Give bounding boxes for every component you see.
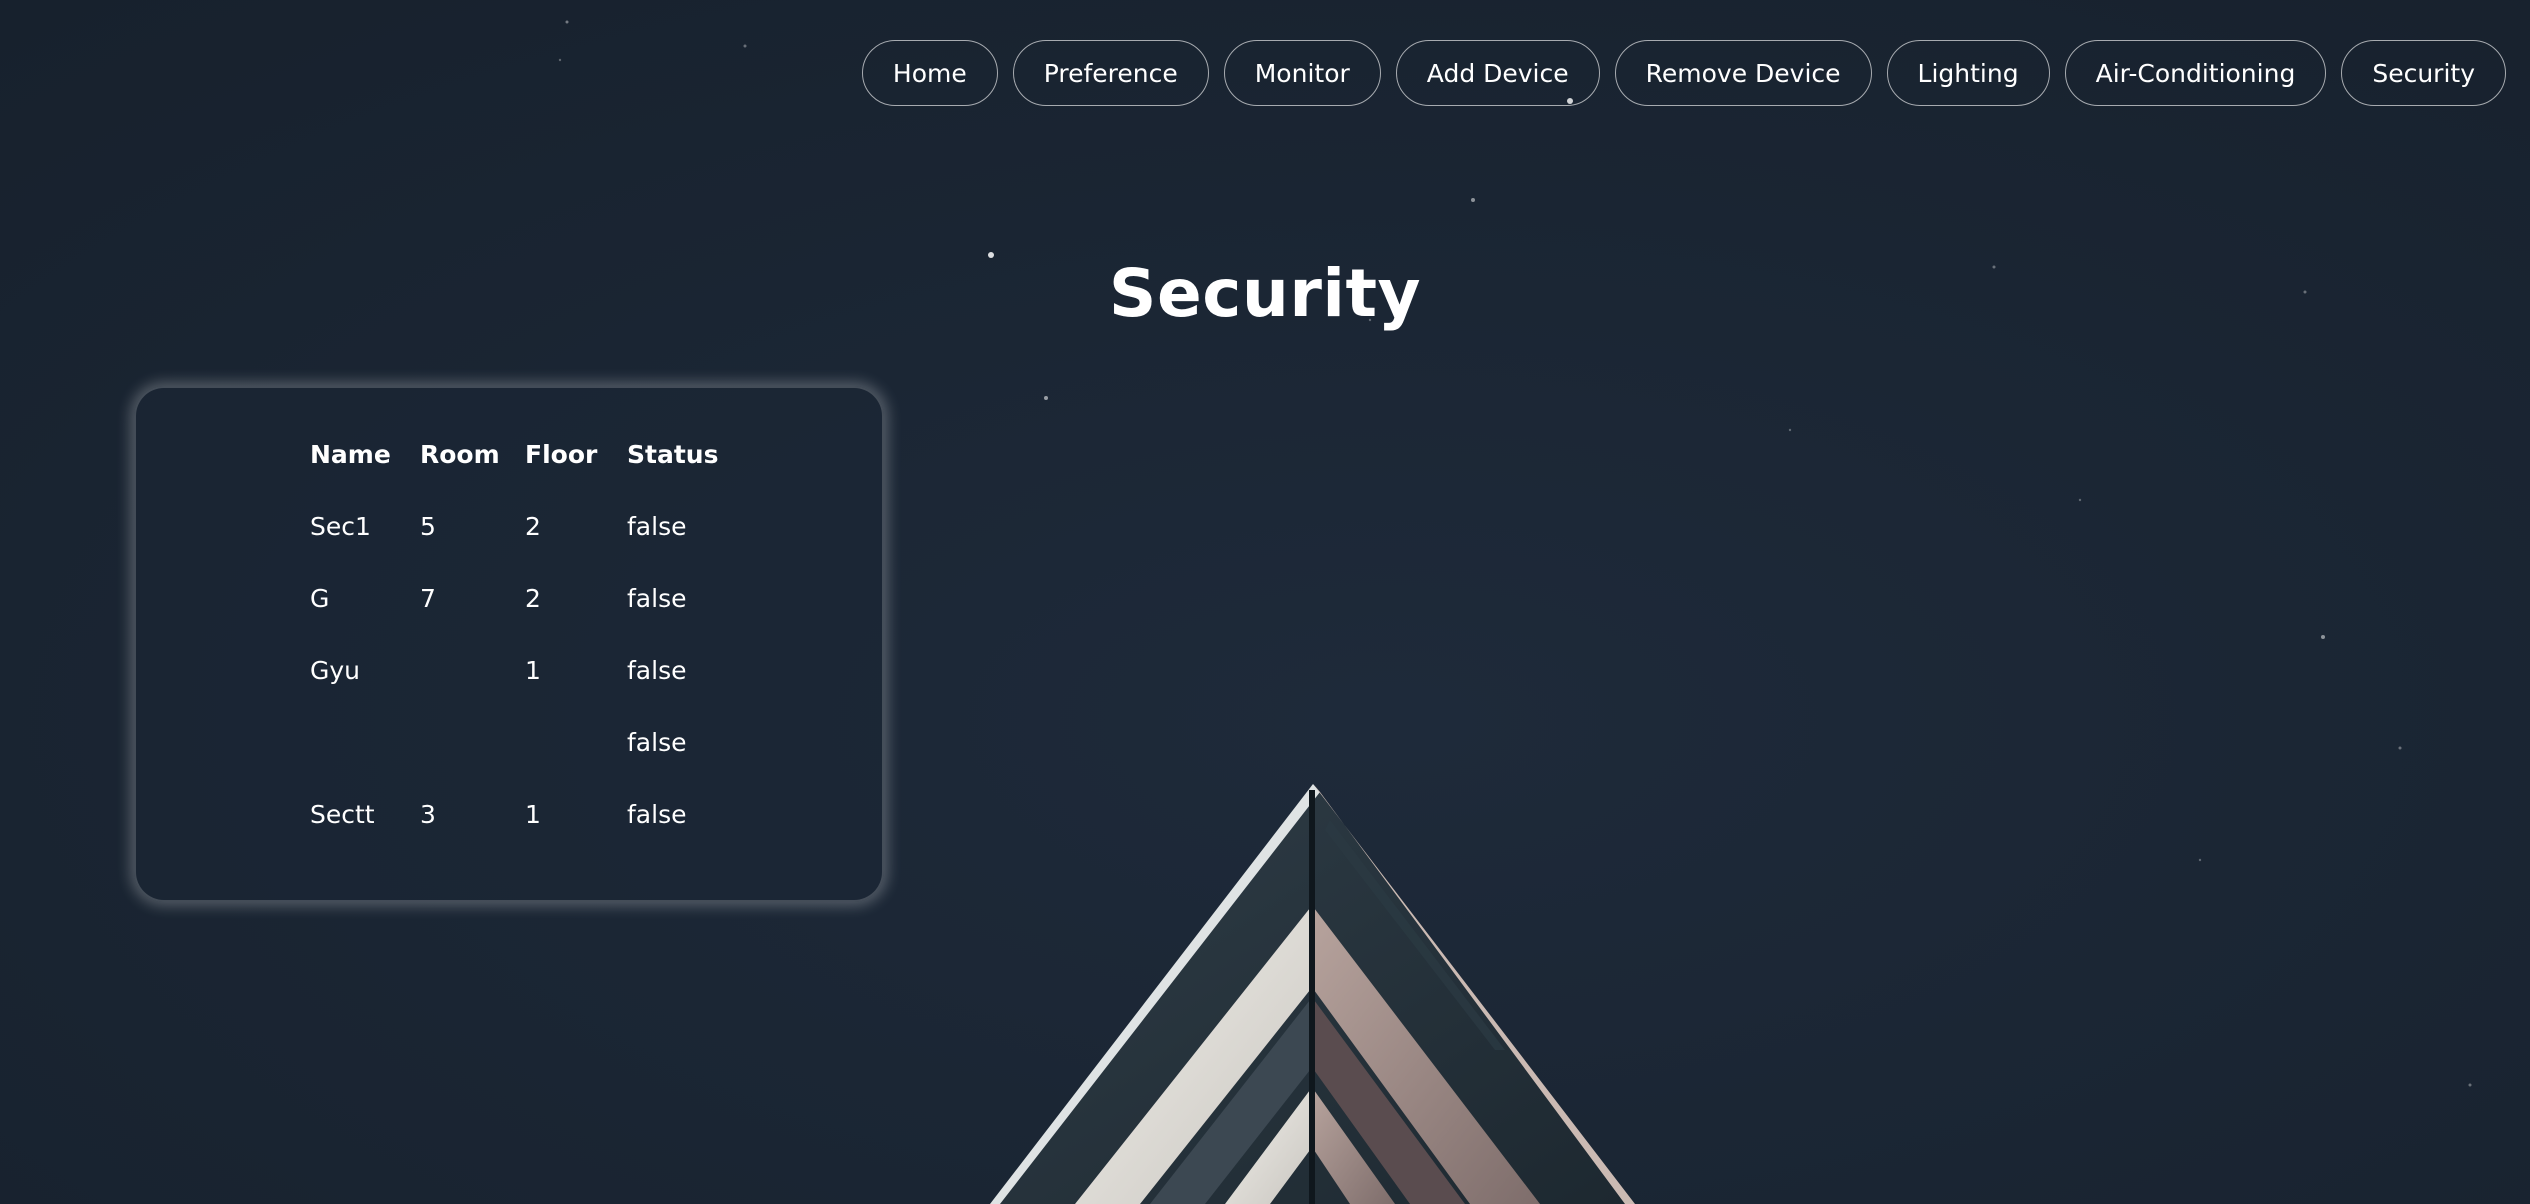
nav-preference-button[interactable]: Preference	[1012, 40, 1209, 106]
cell-floor: 1	[525, 655, 541, 685]
cell-room: 5	[420, 511, 436, 541]
nav-remove-device-button[interactable]: Remove Device	[1614, 40, 1872, 106]
cell-name	[310, 706, 420, 778]
cell-status: false	[627, 799, 687, 829]
security-devices-table: Name Room Floor Status Sec1 5 2 false G …	[310, 418, 727, 850]
main-navigation: Home Preference Monitor Add Device Remov…	[861, 40, 2506, 106]
table-row: G 7 2 false	[310, 562, 727, 634]
cell-name: Sectt	[310, 799, 375, 829]
page-title: Security	[1108, 255, 1422, 332]
cell-room	[420, 706, 525, 778]
column-header-floor: Floor	[525, 439, 598, 469]
nav-home-button[interactable]: Home	[861, 40, 998, 106]
cell-floor: 2	[525, 583, 541, 613]
cell-status: false	[627, 727, 687, 757]
security-devices-card: Name Room Floor Status Sec1 5 2 false G …	[134, 386, 884, 902]
nav-air-conditioning-button[interactable]: Air-Conditioning	[2064, 40, 2327, 106]
nav-add-device-button[interactable]: Add Device	[1395, 40, 1600, 106]
nav-lighting-button[interactable]: Lighting	[1886, 40, 2050, 106]
cell-status: false	[627, 583, 687, 613]
cell-name: Sec1	[310, 511, 371, 541]
cell-status: false	[627, 511, 687, 541]
cell-name: Gyu	[310, 655, 361, 685]
column-header-name: Name	[310, 439, 391, 469]
table-row: Gyu 1 false	[310, 634, 727, 706]
cell-name: G	[310, 583, 330, 613]
table-row: false	[310, 706, 727, 778]
cell-floor	[525, 706, 627, 778]
cell-floor: 1	[525, 799, 541, 829]
cell-room: 3	[420, 799, 436, 829]
cell-floor: 2	[525, 511, 541, 541]
table-row: Sec1 5 2 false	[310, 490, 727, 562]
cell-room	[420, 634, 525, 706]
nav-security-button[interactable]: Security	[2341, 40, 2506, 106]
nav-monitor-button[interactable]: Monitor	[1223, 40, 1381, 106]
table-row: Sectt 3 1 false	[310, 778, 727, 850]
column-header-status: Status	[627, 439, 719, 469]
cell-status: false	[627, 655, 687, 685]
table-header-row: Name Room Floor Status	[310, 418, 727, 490]
column-header-room: Room	[420, 439, 500, 469]
cell-room: 7	[420, 583, 436, 613]
